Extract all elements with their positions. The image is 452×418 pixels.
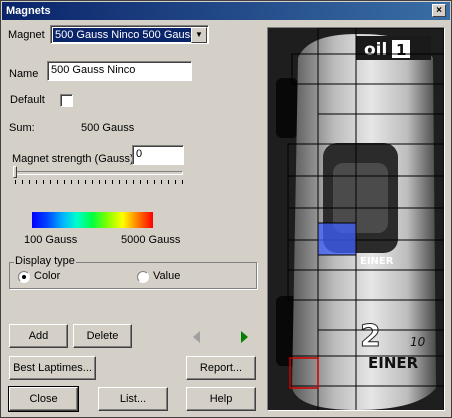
magnet-dropdown-value: 500 Gauss Ninco 500 Gauss bbox=[52, 27, 192, 43]
delete-button[interactable]: Delete bbox=[73, 324, 132, 348]
name-field-value: 500 Gauss Ninco bbox=[51, 64, 136, 76]
slider-tick bbox=[119, 180, 120, 184]
strength-slider-thumb[interactable] bbox=[13, 166, 17, 178]
slider-tick bbox=[147, 180, 148, 184]
slider-ticks bbox=[15, 180, 183, 185]
slider-tick bbox=[85, 180, 86, 184]
name-field[interactable]: 500 Gauss Ninco bbox=[47, 61, 192, 81]
car-number-bottom: 2 bbox=[360, 319, 381, 354]
default-checkbox[interactable] bbox=[60, 94, 73, 107]
car-number-top: 1 bbox=[396, 41, 406, 59]
slider-tick bbox=[50, 180, 51, 184]
slider-tick bbox=[182, 180, 183, 184]
strength-slider-track[interactable] bbox=[13, 171, 183, 175]
value-radio[interactable] bbox=[137, 271, 149, 283]
color-radio-label: Color bbox=[34, 270, 61, 282]
magnet-cell-highlighted[interactable] bbox=[317, 222, 357, 256]
slider-tick bbox=[43, 180, 44, 184]
color-radio[interactable] bbox=[18, 271, 30, 283]
slider-tick bbox=[112, 180, 113, 184]
slider-tick bbox=[92, 180, 93, 184]
window-title: Magnets bbox=[6, 5, 51, 17]
help-button[interactable]: Help bbox=[186, 387, 256, 411]
close-button[interactable]: Close bbox=[8, 386, 79, 412]
report-button[interactable]: Report... bbox=[186, 356, 256, 380]
slider-tick bbox=[15, 180, 16, 184]
magnet-label: Magnet bbox=[8, 29, 45, 41]
magnet-dropdown[interactable]: 500 Gauss Ninco 500 Gauss ▼ bbox=[50, 25, 209, 44]
sum-label: Sum: bbox=[9, 122, 35, 134]
strength-field-value: 0 bbox=[136, 148, 143, 160]
display-type-group: Display type Color Value bbox=[9, 255, 257, 289]
color-scale-bar bbox=[32, 212, 153, 228]
front-left-wheel bbox=[276, 78, 298, 138]
best-laptimes-button[interactable]: Best Laptimes... bbox=[9, 356, 96, 380]
strength-label: Magnet strength (Gauss) bbox=[12, 153, 134, 165]
slider-tick bbox=[133, 180, 134, 184]
magnets-dialog: Magnets × Magnet 500 Gauss Ninco 500 Gau… bbox=[0, 0, 452, 418]
slider-tick bbox=[168, 180, 169, 184]
car-image: oil 1 EINER 2 EINER 10 bbox=[268, 28, 444, 410]
title-bar: Magnets × bbox=[2, 2, 450, 20]
display-type-legend: Display type bbox=[14, 255, 76, 267]
slider-tick bbox=[36, 180, 37, 184]
default-label: Default bbox=[10, 94, 45, 106]
list-button[interactable]: List... bbox=[98, 387, 168, 411]
car-number-side: 10 bbox=[410, 335, 426, 349]
strength-field[interactable]: 0 bbox=[132, 145, 184, 165]
close-icon: × bbox=[436, 5, 442, 16]
car-image-panel[interactable]: oil 1 EINER 2 EINER 10 bbox=[267, 27, 445, 411]
scale-min-label: 100 Gauss bbox=[24, 234, 78, 246]
sum-value: 500 Gauss bbox=[81, 122, 135, 134]
value-radio-label: Value bbox=[153, 270, 181, 282]
car-team-text-bottom: EINER bbox=[368, 354, 419, 372]
slider-tick bbox=[175, 180, 176, 184]
slider-tick bbox=[29, 180, 30, 184]
car-sponsor-text: oil bbox=[364, 40, 387, 60]
slider-tick bbox=[22, 180, 23, 184]
slider-tick bbox=[64, 180, 65, 184]
slider-tick bbox=[140, 180, 141, 184]
slider-tick bbox=[105, 180, 106, 184]
slider-tick bbox=[161, 180, 162, 184]
chevron-down-icon[interactable]: ▼ bbox=[191, 27, 207, 43]
car-team-text-top: EINER bbox=[360, 256, 394, 267]
slider-tick bbox=[126, 180, 127, 184]
add-button[interactable]: Add bbox=[9, 324, 68, 348]
slider-tick bbox=[154, 180, 155, 184]
close-window-button[interactable]: × bbox=[432, 4, 446, 17]
slider-tick bbox=[71, 180, 72, 184]
left-triangle-icon[interactable] bbox=[193, 331, 200, 343]
slider-tick bbox=[57, 180, 58, 184]
name-label: Name bbox=[9, 68, 39, 80]
right-triangle-icon[interactable] bbox=[241, 331, 248, 343]
slider-tick bbox=[78, 180, 79, 184]
slider-tick bbox=[99, 180, 100, 184]
scale-max-label: 5000 Gauss bbox=[121, 234, 181, 246]
